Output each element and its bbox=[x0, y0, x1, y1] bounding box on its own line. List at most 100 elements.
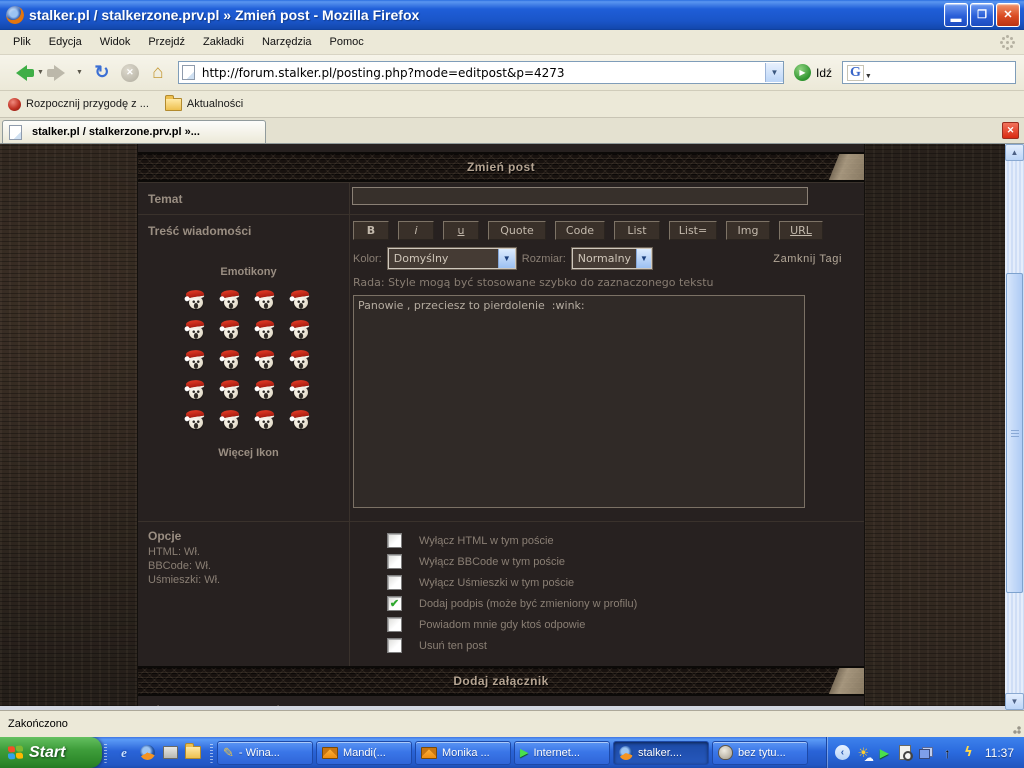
folder-icon[interactable] bbox=[185, 745, 201, 761]
taskbar-item-bez-tytulu[interactable]: bez tytu... bbox=[712, 741, 808, 765]
url-bar[interactable]: ▼ bbox=[178, 61, 784, 84]
italic-button[interactable]: i bbox=[398, 221, 434, 240]
option-disable-html: ✔ Wyłącz HTML w tym poście bbox=[387, 530, 864, 551]
menu-pomoc[interactable]: Pomoc bbox=[321, 33, 373, 51]
list-button[interactable]: List bbox=[614, 221, 660, 240]
network-icon[interactable] bbox=[919, 745, 934, 760]
santa-grin-icon[interactable] bbox=[291, 410, 312, 431]
img-button[interactable]: Img bbox=[726, 221, 770, 240]
taskbar-item-internet[interactable]: ▶ Internet... bbox=[514, 741, 610, 765]
bookmark-folder[interactable]: Aktualności bbox=[165, 98, 243, 111]
update-arrow-icon[interactable]: ↑ bbox=[940, 745, 955, 760]
start-button[interactable]: Start bbox=[0, 737, 102, 768]
santa-arrow-icon[interactable] bbox=[221, 410, 242, 431]
checkbox[interactable]: ✔ bbox=[387, 575, 402, 590]
color-select[interactable]: Domyślny ▼ bbox=[388, 248, 516, 269]
scroll-down-icon[interactable]: ▼ bbox=[1005, 693, 1024, 710]
santa-twisted-icon[interactable] bbox=[291, 350, 312, 371]
url-input[interactable] bbox=[200, 65, 765, 81]
size-select[interactable]: Normalny ▼ bbox=[572, 248, 652, 269]
bookmark-item[interactable]: Rozpocznij przygodę z ... bbox=[8, 98, 149, 111]
menu-zakladki[interactable]: Zakładki bbox=[194, 33, 253, 51]
close-tags-link[interactable]: Zamknij Tagi bbox=[773, 253, 842, 265]
search-box[interactable]: G ▼ bbox=[842, 61, 1016, 84]
firefox-icon[interactable] bbox=[139, 745, 155, 761]
santa-question-icon[interactable] bbox=[291, 380, 312, 401]
santa-geek-icon[interactable] bbox=[186, 380, 207, 401]
internet-explorer-icon[interactable]: e bbox=[116, 745, 132, 761]
show-desktop-icon[interactable] bbox=[162, 745, 178, 761]
santa-neutral-icon[interactable] bbox=[256, 410, 277, 431]
taskbar-item-monika[interactable]: Monika ... bbox=[415, 741, 511, 765]
underline-button[interactable]: u bbox=[443, 221, 479, 240]
tray-play-icon[interactable]: ▶ bbox=[877, 745, 892, 760]
search-input[interactable] bbox=[872, 64, 1024, 81]
gimp-icon bbox=[718, 745, 733, 760]
santa-confused-icon[interactable] bbox=[291, 320, 312, 341]
tray-collapse-icon[interactable]: ‹ bbox=[835, 745, 850, 760]
back-button[interactable] bbox=[8, 65, 34, 81]
santa-razz-icon[interactable] bbox=[186, 410, 207, 431]
bold-button[interactable]: B bbox=[353, 221, 389, 240]
vertical-scrollbar[interactable]: ▲ ▼ bbox=[1005, 144, 1024, 710]
forward-dropdown-icon[interactable]: ▼ bbox=[76, 69, 83, 76]
santa-wink-icon[interactable] bbox=[221, 380, 242, 401]
chevron-down-icon[interactable]: ▼ bbox=[498, 249, 515, 268]
reload-button[interactable]: ↻ bbox=[90, 61, 114, 85]
go-icon[interactable]: ▶ bbox=[794, 64, 811, 81]
search-engine-dropdown-icon[interactable]: ▼ bbox=[865, 73, 872, 80]
code-button[interactable]: Code bbox=[555, 221, 605, 240]
taskbar-item-mandi[interactable]: Mandi(... bbox=[316, 741, 412, 765]
santa-sad-icon[interactable] bbox=[256, 290, 277, 311]
minimize-button[interactable]: ▬ bbox=[944, 3, 968, 27]
resize-grip[interactable] bbox=[1010, 723, 1022, 735]
google-icon[interactable]: G bbox=[847, 65, 864, 81]
chevron-down-icon[interactable]: ▼ bbox=[636, 249, 651, 268]
go-button[interactable]: Idź bbox=[816, 66, 832, 80]
url-button[interactable]: URL bbox=[779, 221, 823, 240]
taskbar-item-stalker[interactable]: stalker.... bbox=[613, 741, 709, 765]
santa-mad-icon[interactable] bbox=[221, 350, 242, 371]
url-dropdown-icon[interactable]: ▼ bbox=[765, 63, 783, 82]
close-button[interactable]: ✕ bbox=[996, 3, 1020, 27]
toolbar-handle[interactable] bbox=[104, 743, 107, 763]
santa-cool-icon[interactable] bbox=[256, 320, 277, 341]
close-tab-button[interactable]: ✕ bbox=[1002, 122, 1019, 139]
santa-smile-icon[interactable] bbox=[221, 290, 242, 311]
santa-surprised-icon[interactable] bbox=[291, 290, 312, 311]
menu-narzedzia[interactable]: Narzędzia bbox=[253, 33, 321, 51]
menu-edycja[interactable]: Edycja bbox=[40, 33, 91, 51]
quote-button[interactable]: Quote bbox=[488, 221, 546, 240]
forward-button[interactable] bbox=[47, 65, 73, 81]
scroll-up-icon[interactable]: ▲ bbox=[1005, 144, 1024, 161]
checkbox[interactable]: ✔ bbox=[387, 554, 402, 569]
restore-button[interactable]: ❐ bbox=[970, 3, 994, 27]
menu-przejdz[interactable]: Przejdź bbox=[139, 33, 194, 51]
stop-button[interactable]: ✕ bbox=[118, 61, 142, 85]
back-dropdown-icon[interactable]: ▼ bbox=[37, 69, 44, 76]
toolbar-handle[interactable] bbox=[210, 743, 213, 763]
checkbox-checked[interactable]: ✔ bbox=[387, 596, 402, 611]
santa-redface-icon[interactable] bbox=[221, 320, 242, 341]
santa-evil-icon[interactable] bbox=[256, 350, 277, 371]
home-button[interactable]: ⌂ bbox=[146, 61, 170, 85]
message-textarea[interactable]: Panowie , przeciesz to pierdolenie :wink… bbox=[353, 295, 805, 508]
tab-active[interactable]: stalker.pl / stalkerzone.prv.pl »... bbox=[2, 120, 266, 143]
power-icon[interactable]: ϟ bbox=[961, 745, 976, 760]
santa-lol-icon[interactable] bbox=[186, 350, 207, 371]
santa-rolleyes-icon[interactable] bbox=[186, 320, 207, 341]
more-icons-link[interactable]: Więcej Ikon bbox=[148, 447, 349, 459]
taskbar-item-wina[interactable]: ✎ - Wina... bbox=[217, 741, 313, 765]
santa-exclaim-icon[interactable] bbox=[256, 380, 277, 401]
scrollbar-thumb[interactable] bbox=[1006, 273, 1023, 593]
ordered-list-button[interactable]: List= bbox=[669, 221, 717, 240]
checkbox[interactable]: ✔ bbox=[387, 617, 402, 632]
document-search-icon[interactable] bbox=[898, 745, 913, 760]
santa-biggrin-icon[interactable] bbox=[186, 290, 207, 311]
menu-widok[interactable]: Widok bbox=[91, 33, 140, 51]
checkbox[interactable]: ✔ bbox=[387, 638, 402, 653]
weather-icon[interactable]: ☀ bbox=[856, 745, 871, 760]
checkbox[interactable]: ✔ bbox=[387, 533, 402, 548]
subject-input[interactable] bbox=[352, 187, 808, 205]
menu-plik[interactable]: Plik bbox=[4, 33, 40, 51]
